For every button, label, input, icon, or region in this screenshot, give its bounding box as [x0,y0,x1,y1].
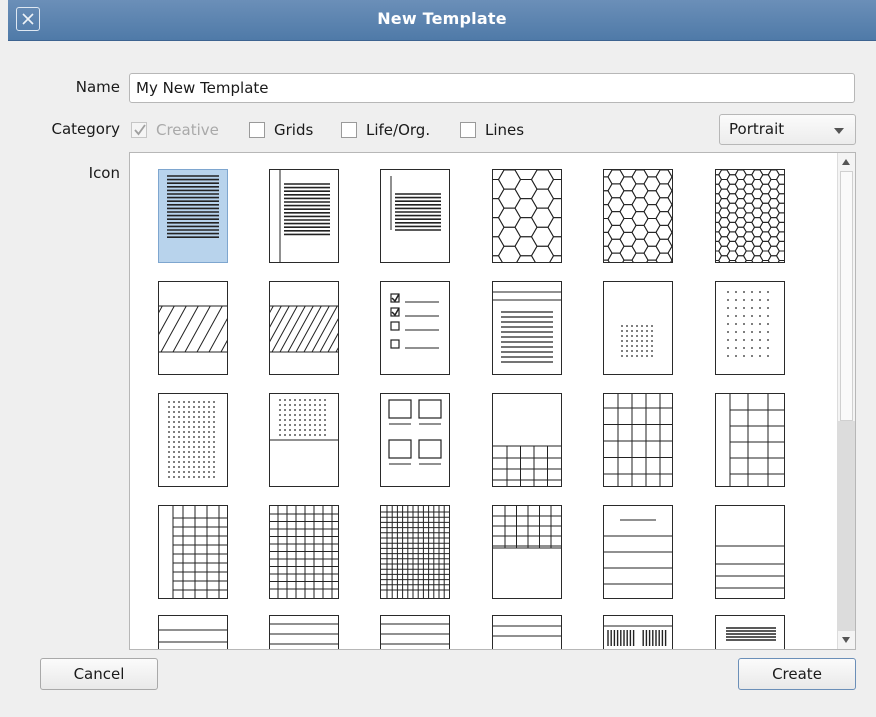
orientation-value: Portrait [729,120,785,138]
scroll-up-icon[interactable] [838,153,855,171]
category-creative-label: Creative [156,121,219,139]
four-box-icon-glyph [388,399,442,465]
category-label: Category [51,120,120,138]
ruled-header-icon[interactable] [492,281,562,375]
list-block-icon[interactable] [715,615,785,649]
orientation-select[interactable]: Portrait [719,114,856,145]
lined-paper-margin-left-icon[interactable] [380,169,450,263]
lines-row-b-icon[interactable] [269,615,339,649]
dialog-title: New Template [377,9,507,28]
grid-margin-icon-glyph [729,394,784,486]
new-template-dialog: New Template Name Category Creative Grid… [0,0,876,717]
category-grids-label: Grids [274,121,314,139]
category-creative-checkbox[interactable]: Creative [131,118,219,142]
category-life-org-label: Life/Org. [366,121,431,139]
lined-paper-margin-left-icon-glyph [390,176,441,231]
category-lines-checkbox[interactable]: Lines [460,118,524,142]
diagonal-band-dense-icon-glyph [270,305,338,353]
hexagon-small-icon-glyph [716,170,784,262]
four-box-icon[interactable] [380,393,450,487]
checkbox-box[interactable] [249,122,265,138]
scrollbar-trough[interactable] [838,421,855,631]
ruled-header-icon-glyph [493,291,561,363]
list-block-icon-glyph [726,627,776,641]
title-bar: New Template [8,0,876,41]
grid-bottom-icon-glyph [493,445,561,486]
diagonal-band-icon[interactable] [158,281,228,375]
lines-row-c-icon[interactable] [380,615,450,649]
checklist-icon-glyph [390,293,439,349]
grid-margin-icon[interactable] [715,393,785,487]
hexagon-medium-icon-glyph [604,170,672,262]
hexagon-large-icon-glyph [493,170,561,262]
dot-block-top-icon[interactable] [269,393,339,487]
category-grids-checkbox[interactable]: Grids [249,118,313,142]
category-life-org-checkbox[interactable]: Life/Org. [341,118,430,142]
lines-bottom-icon[interactable] [715,505,785,599]
name-input[interactable] [129,73,855,103]
create-button[interactable]: Create [738,658,856,690]
cancel-button[interactable]: Cancel [40,658,158,690]
icon-label: Icon [88,164,120,182]
lined-paper-icon[interactable] [158,169,228,263]
lines-with-header-icon-glyph [604,519,672,585]
grid-top-icon-glyph [493,506,561,549]
lines-row-d-icon-glyph [493,625,561,637]
chevron-down-icon [834,128,844,134]
checkbox-box[interactable] [460,122,476,138]
dot-grid-full-icon[interactable] [158,393,228,487]
diagonal-band-icon-glyph [159,305,227,353]
checkbox-box[interactable] [131,122,147,138]
dot-block-bottom-icon-glyph [621,325,653,357]
lined-paper-icon-glyph [167,175,219,238]
dot-grid-full-icon-glyph [168,401,215,478]
grid-margin-small-icon-glyph [172,506,227,598]
grid-finest-icon[interactable] [380,505,450,599]
category-lines-label: Lines [485,121,525,139]
icon-grid-view [129,152,856,650]
scrollbar-thumb[interactable] [840,171,853,421]
dot-grid-sparse-icon[interactable] [715,281,785,375]
grid-full-icon-glyph [604,394,672,486]
lined-paper-margin-icon[interactable] [269,169,339,263]
lines-bottom-icon-glyph [716,545,784,589]
dot-block-bottom-icon[interactable] [603,281,673,375]
hexagon-medium-icon[interactable] [603,169,673,263]
grid-margin-small-icon[interactable] [158,505,228,599]
barcode-icon-glyph [604,625,672,646]
hexagon-large-icon[interactable] [492,169,562,263]
dot-block-top-icon-glyph [270,399,338,441]
checkbox-box[interactable] [341,122,357,138]
barcode-icon[interactable] [603,615,673,649]
name-label: Name [75,78,120,96]
lined-paper-margin-icon-glyph [279,170,330,262]
scroll-down-icon[interactable] [838,631,855,649]
lines-row-d-icon[interactable] [492,615,562,649]
vertical-scrollbar[interactable] [837,153,855,649]
grid-bottom-icon[interactable] [492,393,562,487]
lines-row-b-icon-glyph [270,623,338,645]
grid-fine-icon-glyph [270,506,338,598]
lines-row-c-icon-glyph [381,623,449,645]
dot-grid-sparse-icon-glyph [727,291,769,357]
diagonal-band-dense-icon[interactable] [269,281,339,375]
grid-full-icon[interactable] [603,393,673,487]
hexagon-small-icon[interactable] [715,169,785,263]
lines-with-header-icon[interactable] [603,505,673,599]
icon-grid [130,153,835,649]
grid-top-icon[interactable] [492,505,562,599]
grid-fine-icon[interactable] [269,505,339,599]
grid-finest-icon-glyph [381,506,449,598]
lines-row-a-icon-glyph [159,629,227,643]
checklist-icon[interactable] [380,281,450,375]
lines-row-a-icon[interactable] [158,615,228,649]
